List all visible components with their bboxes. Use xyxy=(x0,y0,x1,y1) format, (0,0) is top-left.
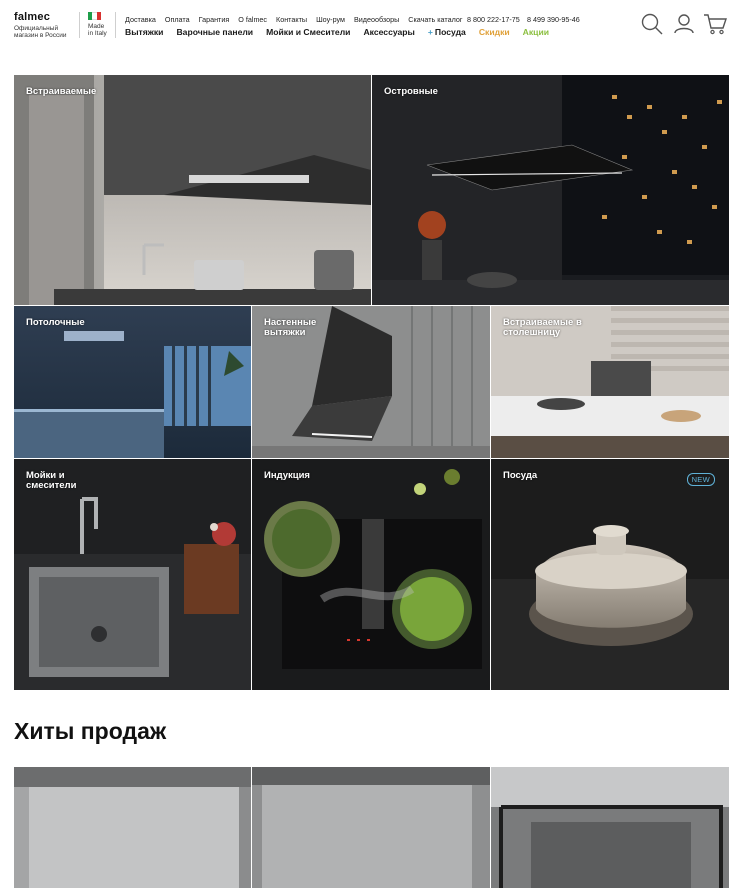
tile-label: Мойки и смесители xyxy=(26,470,77,491)
product-image xyxy=(14,767,251,888)
category-tile-cookware[interactable]: Посуда NEW xyxy=(491,459,729,690)
top-link-payment[interactable]: Оплата xyxy=(165,15,190,24)
divider xyxy=(115,12,116,38)
search-icon[interactable] xyxy=(640,12,664,36)
phone-link-1[interactable]: 8 800 222-17-75 xyxy=(467,15,520,24)
new-badge: NEW xyxy=(686,473,715,486)
built-in-hood-image xyxy=(14,75,371,305)
category-tile-island[interactable]: Островные xyxy=(372,75,729,305)
sink-image xyxy=(14,459,251,690)
nav-hoods[interactable]: Вытяжки xyxy=(125,27,163,37)
top-link-about[interactable]: О falmec xyxy=(238,15,267,24)
product-image xyxy=(252,767,490,888)
category-tile-ceiling[interactable]: Потолочные xyxy=(14,306,251,458)
top-link-warranty[interactable]: Гарантия xyxy=(199,15,230,24)
top-link-showroom[interactable]: Шоу-рум xyxy=(316,15,345,24)
top-links: Доставка Оплата Гарантия О falmec Контак… xyxy=(125,15,463,24)
cart-icon[interactable] xyxy=(703,12,727,36)
top-link-delivery[interactable]: Доставка xyxy=(125,15,156,24)
product-card[interactable] xyxy=(252,767,490,888)
divider xyxy=(79,12,80,38)
nav-promos[interactable]: Акции xyxy=(523,27,549,37)
logo-name: falmec xyxy=(14,11,51,23)
nav-hobs[interactable]: Варочные панели xyxy=(176,27,253,37)
bestsellers-title: Хиты продаж xyxy=(14,718,167,744)
island-hood-image xyxy=(372,75,729,305)
tile-label: Индукция xyxy=(264,470,310,481)
category-tile-downdraft[interactable]: Встраиваемые в столешницу xyxy=(491,306,729,458)
nav-accessories[interactable]: Аксессуары xyxy=(363,27,414,37)
phone-link-2[interactable]: 8 499 390-95-46 xyxy=(527,15,580,24)
made-in-label: Made in Italy xyxy=(88,23,107,37)
logo[interactable]: falmec Официальный магазин в России xyxy=(14,11,70,40)
italy-flag-icon xyxy=(88,12,101,20)
top-link-videos[interactable]: Видеообзоры xyxy=(354,15,399,24)
top-link-contacts[interactable]: Контакты xyxy=(276,15,307,24)
top-link-catalog[interactable]: Скачать каталог xyxy=(408,15,462,24)
cookware-pot-image xyxy=(491,459,729,690)
category-tile-induction[interactable]: Индукция xyxy=(252,459,490,690)
nav-sinks[interactable]: Мойки и Смесители xyxy=(266,27,350,37)
category-tile-wall[interactable]: Настенные вытяжки xyxy=(252,306,490,458)
ceiling-hood-image xyxy=(14,306,251,458)
tile-label: Настенные вытяжки xyxy=(264,317,317,338)
user-icon[interactable] xyxy=(672,12,696,36)
induction-hob-image xyxy=(252,459,490,690)
tile-label: Островные xyxy=(384,86,438,97)
logo-subtitle: Официальный магазин в России xyxy=(14,25,67,39)
category-tile-sinks[interactable]: Мойки и смесители xyxy=(14,459,251,690)
product-card[interactable] xyxy=(491,767,729,888)
nav-cookware[interactable]: + Посуда xyxy=(428,27,466,37)
tile-label: Потолочные xyxy=(26,317,85,328)
product-card[interactable] xyxy=(14,767,251,888)
tile-label: Встраиваемые в столешницу xyxy=(503,317,582,338)
plus-icon: + xyxy=(427,27,433,37)
product-image xyxy=(491,767,729,888)
category-tile-built-in[interactable]: Встраиваемые xyxy=(14,75,371,305)
tile-label: Встраиваемые xyxy=(26,86,97,97)
made-in-italy: Made in Italy xyxy=(88,12,110,37)
tile-label: Посуда xyxy=(503,470,538,481)
category-nav: Вытяжки Варочные панели Мойки и Смесител… xyxy=(125,27,549,37)
site-header: falmec Официальный магазин в России Made… xyxy=(0,0,738,52)
nav-discounts[interactable]: Скидки xyxy=(479,27,510,37)
nav-cookware-label: Посуда xyxy=(434,27,466,37)
